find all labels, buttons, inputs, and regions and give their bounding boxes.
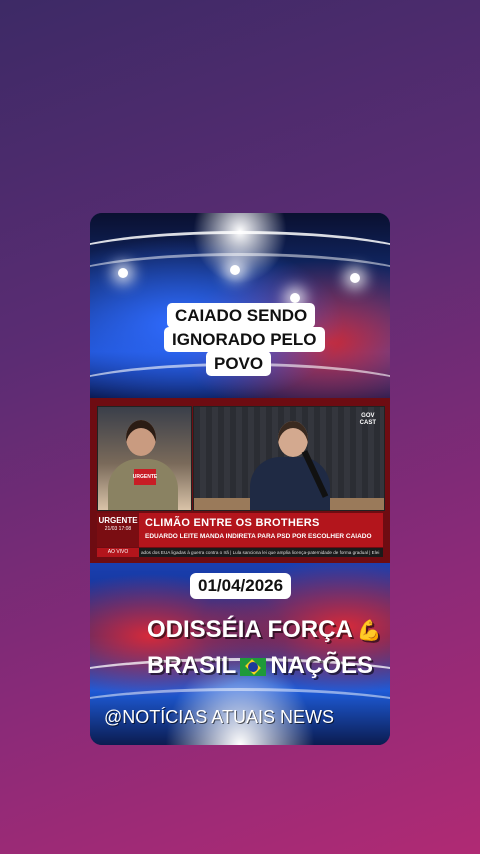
studio-light (350, 273, 360, 283)
caption-line-3: POVO (206, 351, 272, 376)
studio-light (118, 268, 128, 278)
lower-third: URGENTE 21/03 17:08 CLIMÃO ENTRE OS BROT… (97, 513, 383, 547)
guest-video: GOV CAST (193, 406, 385, 511)
flexed-arm-icon: 💪 (356, 620, 382, 643)
anchor-head (126, 420, 156, 456)
title-line-2-left: BRASIL (147, 652, 237, 679)
title-line-2: BRASIL NAÇÕES (147, 652, 373, 680)
channel-handle: @NOTÍCIAS ATUAIS NEWS (104, 707, 334, 727)
news-ticker: AO VIVO ados dos EUA ligadas à guerra co… (97, 548, 383, 557)
caption-line-1: CAIADO SENDO (167, 303, 316, 328)
news-frame: URGENTE GOV CAST URGENTE 21/03 17:08 CLI… (90, 398, 390, 563)
title-line-1: ODISSÉIA FORÇA 💪 (147, 616, 382, 644)
brand-time: 21/03 17:08 (104, 526, 132, 532)
brand-label: URGENTE (98, 516, 138, 525)
title-line-1-text: ODISSÉIA FORÇA (147, 616, 353, 643)
ticker-text: ados dos EUA ligadas à guerra contra o I… (141, 550, 380, 555)
brazil-flag-icon (240, 657, 267, 676)
govcast-logo: GOV CAST (360, 413, 376, 427)
govcast-line2: CAST (359, 420, 376, 426)
date-label: 01/04/2026 (190, 573, 292, 599)
studio-light (290, 293, 300, 303)
title-line-2-right: NAÇÕES (270, 652, 374, 679)
studio-light (230, 265, 240, 275)
headline-bar: CLIMÃO ENTRE OS BROTHERS EDUARDO LEITE M… (139, 513, 383, 547)
headline: CLIMÃO ENTRE OS BROTHERS (145, 517, 320, 529)
govcast-line1: GOV (361, 413, 375, 419)
caption-line-2: IGNORADO PELO (164, 327, 325, 352)
subheadline: EDUARDO LEITE MANDA INDIRETA PARA PSD PO… (145, 533, 372, 540)
anchor-video: URGENTE (97, 406, 192, 511)
microphone-logo: URGENTE (133, 469, 157, 485)
channel-brand: URGENTE 21/03 17:08 (97, 513, 139, 547)
live-badge: AO VIVO (97, 548, 139, 557)
